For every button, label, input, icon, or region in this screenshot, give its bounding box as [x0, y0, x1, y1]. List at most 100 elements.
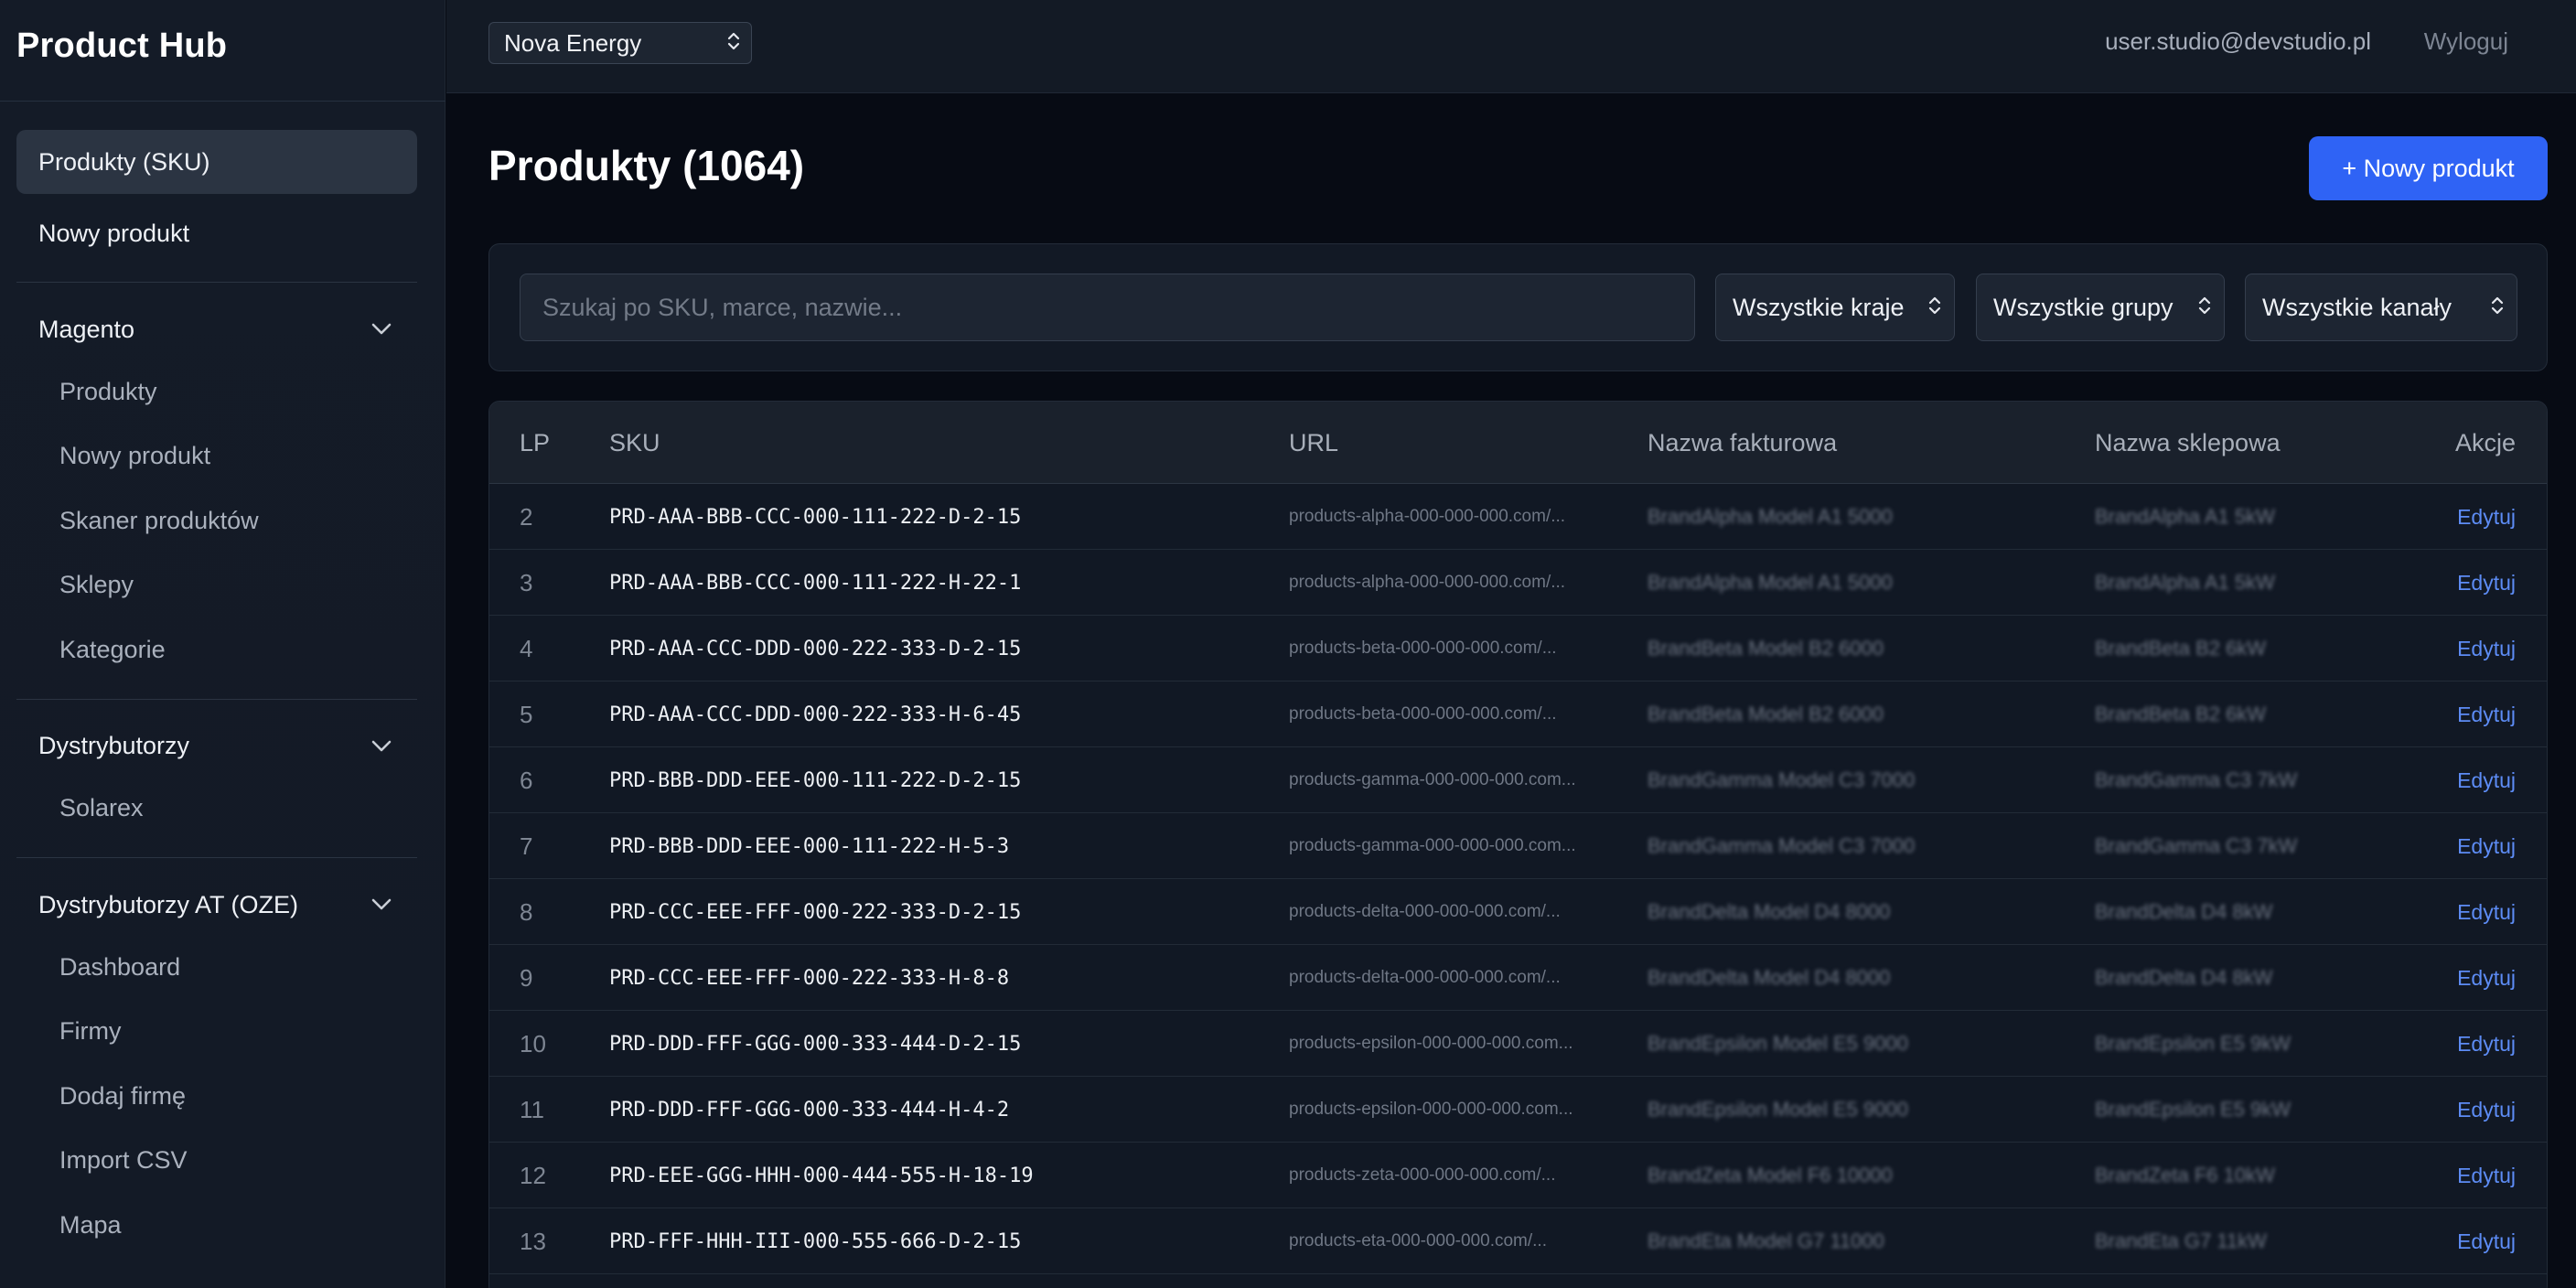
row-invoice-name: BrandDelta Model D4 8000: [1648, 966, 1891, 989]
row-url: products-epsilon-000-000-000.com...: [1289, 1100, 1573, 1119]
chevron-down-icon: [370, 893, 393, 917]
sidebar-item-magento-products[interactable]: Produkty: [16, 360, 417, 424]
row-lp: 2: [520, 502, 533, 531]
row-url: products-delta-000-000-000.com/...: [1289, 902, 1561, 921]
row-sku: PRD-AAA-CCC-DDD-000-222-333-D-2-15: [609, 637, 1022, 660]
row-lp: 5: [520, 700, 533, 728]
edit-link[interactable]: Edytuj: [2457, 637, 2516, 661]
sidebar-divider: [16, 857, 417, 858]
edit-link[interactable]: Edytuj: [2457, 900, 2516, 925]
sidebar-item-import-csv[interactable]: Import CSV: [16, 1129, 417, 1194]
row-url: products-epsilon-000-000-000.com...: [1289, 1034, 1573, 1053]
row-lp: 4: [520, 634, 533, 662]
row-lp: 12: [520, 1161, 546, 1189]
edit-link[interactable]: Edytuj: [2457, 1098, 2516, 1122]
group-filter-select[interactable]: Wszystkie grupy: [1976, 274, 2225, 341]
chevron-down-icon: [370, 735, 393, 758]
edit-link[interactable]: Edytuj: [2457, 703, 2516, 727]
row-sku: PRD-BBB-DDD-EEE-000-111-222-H-5-3: [609, 834, 1010, 858]
sidebar-item-magento-new-product[interactable]: Nowy produkt: [16, 424, 417, 489]
sidebar-item-products-sku[interactable]: Produkty (SKU): [16, 130, 417, 194]
page-title: Produkty (1064): [488, 142, 805, 189]
row-shop-name: BrandBeta B2 6kW: [2095, 703, 2267, 725]
sidebar-section-title: Dystrybutorzy: [38, 732, 190, 759]
column-header-sku[interactable]: SKU: [609, 429, 660, 457]
row-lp: 13: [520, 1227, 546, 1255]
row-sku: PRD-AAA-BBB-CCC-000-111-222-D-2-15: [609, 505, 1022, 529]
table-row: 4 PRD-AAA-CCC-DDD-000-222-333-D-2-15 produ…: [489, 616, 2547, 682]
edit-link[interactable]: Edytuj: [2457, 966, 2516, 991]
row-shop-name: BrandBeta B2 6kW: [2095, 637, 2267, 660]
country-filter-select[interactable]: Wszystkie kraje: [1715, 274, 1955, 341]
row-lp: 9: [520, 963, 533, 992]
topbar: Nova Energy user.studio@devstudio.pl Wyl…: [446, 0, 2576, 93]
row-shop-name: BrandEta G7 11kW: [2095, 1229, 2267, 1252]
row-lp: 6: [520, 766, 533, 794]
sidebar-item-categories[interactable]: Kategorie: [16, 617, 417, 682]
chevron-updown-icon: [727, 29, 740, 58]
sidebar-divider: [16, 282, 417, 283]
row-actions: Edytuj: [2457, 879, 2516, 945]
row-actions: Edytuj: [2457, 682, 2516, 747]
row-lp: 7: [520, 832, 533, 860]
row-shop-name: BrandAlpha A1 5kW: [2095, 505, 2275, 528]
table-row: 10 PRD-DDD-FFF-GGG-000-333-444-D-2-15 prod…: [489, 1011, 2547, 1077]
sidebar-nav: Produkty (SKU) Nowy produkt Magento Prod…: [16, 130, 417, 1258]
sidebar-item-dashboard[interactable]: Dashboard: [16, 935, 417, 1000]
edit-link[interactable]: Edytuj: [2457, 1229, 2516, 1254]
row-invoice-name: BrandEpsilon Model E5 9000: [1648, 1032, 1908, 1055]
company-select[interactable]: Nova Energy: [488, 22, 752, 64]
sidebar-section-distributors[interactable]: Dystrybutorzy: [16, 716, 417, 777]
row-invoice-name: BrandGamma Model C3 7000: [1648, 834, 1916, 857]
company-select-value: Nova Energy: [504, 28, 642, 57]
sidebar-section-magento[interactable]: Magento: [16, 299, 417, 360]
column-header-url[interactable]: URL: [1289, 429, 1338, 457]
row-actions: Edytuj: [2457, 1208, 2516, 1274]
sidebar-item-companies[interactable]: Firmy: [16, 1000, 417, 1065]
sidebar-item-new-product[interactable]: Nowy produkt: [16, 201, 417, 265]
row-actions: Edytuj: [2457, 813, 2516, 879]
edit-link[interactable]: Edytuj: [2457, 768, 2516, 793]
edit-link[interactable]: Edytuj: [2457, 1032, 2516, 1057]
sidebar-item-solarex[interactable]: Solarex: [16, 777, 417, 842]
row-lp: 8: [520, 897, 533, 926]
edit-link[interactable]: Edytuj: [2457, 505, 2516, 530]
new-product-button[interactable]: + Nowy produkt: [2309, 136, 2548, 200]
chevron-updown-icon: [1928, 294, 1941, 322]
table-row: 11 PRD-DDD-FFF-GGG-000-333-444-H-4-2 produ…: [489, 1077, 2547, 1143]
search-input[interactable]: [542, 293, 1694, 322]
logout-link[interactable]: Wyloguj: [2424, 27, 2508, 56]
sidebar-item-map[interactable]: Mapa: [16, 1193, 417, 1258]
row-invoice-name: BrandEta Model G7 11000: [1648, 1229, 1884, 1252]
chevron-down-icon: [370, 317, 393, 341]
row-invoice-name: BrandBeta Model B2 6000: [1648, 703, 1884, 725]
row-actions: Edytuj: [2457, 747, 2516, 813]
sidebar-item-add-company[interactable]: Dodaj firmę: [16, 1064, 417, 1129]
sidebar: Product Hub Produkty (SKU) Nowy produkt …: [0, 0, 445, 1288]
table-row: 5 PRD-AAA-CCC-DDD-000-222-333-H-6-45 produ…: [489, 682, 2547, 747]
search-box[interactable]: [520, 274, 1695, 341]
edit-link[interactable]: Edytuj: [2457, 1164, 2516, 1188]
column-header-shop-name[interactable]: Nazwa sklepowa: [2095, 429, 2281, 457]
channel-filter-value: Wszystkie kanały: [2262, 293, 2453, 321]
channel-filter-select[interactable]: Wszystkie kanały: [2245, 274, 2517, 341]
row-actions: Edytuj: [2457, 616, 2516, 682]
app-title: Product Hub: [16, 26, 228, 65]
row-shop-name: BrandEpsilon E5 9kW: [2095, 1098, 2291, 1121]
row-actions: Edytuj: [2457, 945, 2516, 1011]
sidebar-item-stores[interactable]: Sklepy: [16, 553, 417, 618]
row-sku: PRD-AAA-CCC-DDD-000-222-333-H-6-45: [609, 703, 1022, 726]
row-url: products-zeta-000-000-000.com/...: [1289, 1165, 1556, 1185]
sidebar-item-product-scanner[interactable]: Skaner produktów: [16, 488, 417, 553]
edit-link[interactable]: Edytuj: [2457, 834, 2516, 859]
row-sku: PRD-FFF-HHH-III-000-555-666-D-2-15: [609, 1229, 1022, 1253]
row-shop-name: BrandDelta D4 8kW: [2095, 900, 2273, 923]
table-row: 8 PRD-CCC-EEE-FFF-000-222-333-D-2-15 produ…: [489, 879, 2547, 945]
sidebar-section-distributors-at[interactable]: Dystrybutorzy AT (OZE): [16, 875, 417, 935]
column-header-invoice-name[interactable]: Nazwa fakturowa: [1648, 429, 1837, 457]
row-invoice-name: BrandZeta Model F6 10000: [1648, 1164, 1893, 1186]
edit-link[interactable]: Edytuj: [2457, 571, 2516, 596]
row-actions: Edytuj: [2457, 550, 2516, 616]
row-shop-name: BrandDelta D4 8kW: [2095, 966, 2273, 989]
table-row: 9 PRD-CCC-EEE-FFF-000-222-333-H-8-8 produc…: [489, 945, 2547, 1011]
